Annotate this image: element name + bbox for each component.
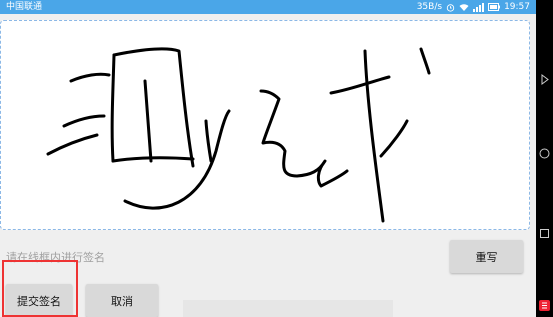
sig-stroke-13	[379, 119, 409, 158]
signature-hint: 请在线框内进行签名	[6, 251, 105, 264]
sig-stroke-7	[111, 156, 195, 163]
sig-stroke-9	[204, 119, 213, 163]
clock: 19:57	[504, 2, 530, 12]
carrier-label: 中国联通	[6, 2, 43, 12]
submit-signature-button[interactable]: 提交签名	[6, 284, 72, 317]
back-icon[interactable]	[539, 74, 550, 85]
recents-icon[interactable]	[539, 228, 550, 239]
battery-icon	[488, 3, 501, 11]
wifi-icon	[459, 3, 469, 11]
bottom-panel	[183, 300, 393, 317]
alarm-icon	[446, 3, 455, 12]
sig-stroke-10	[259, 89, 349, 188]
sig-stroke-12	[363, 49, 385, 223]
signature-pad[interactable]	[0, 20, 530, 230]
rewrite-button[interactable]: 重写	[450, 240, 523, 273]
sig-stroke-3	[46, 133, 99, 156]
status-icons: 35B/s 19:57	[417, 0, 530, 14]
sig-stroke-2	[62, 114, 106, 128]
app-badge-icon	[539, 300, 550, 311]
status-bar: 中国联通 35B/s 19:57	[0, 0, 536, 14]
sig-stroke-14	[419, 47, 431, 75]
network-speed: 35B/s	[416, 2, 443, 12]
signal-icon	[473, 2, 485, 12]
signature-strokes	[46, 47, 431, 223]
sig-stroke-5	[112, 47, 195, 168]
sig-stroke-1	[69, 72, 111, 83]
navigation-strip	[536, 0, 553, 317]
sig-stroke-4	[110, 53, 116, 163]
home-icon[interactable]	[539, 148, 550, 159]
sig-stroke-11	[329, 75, 391, 95]
sig-stroke-6	[143, 79, 153, 163]
cancel-button[interactable]: 取消	[86, 284, 158, 317]
